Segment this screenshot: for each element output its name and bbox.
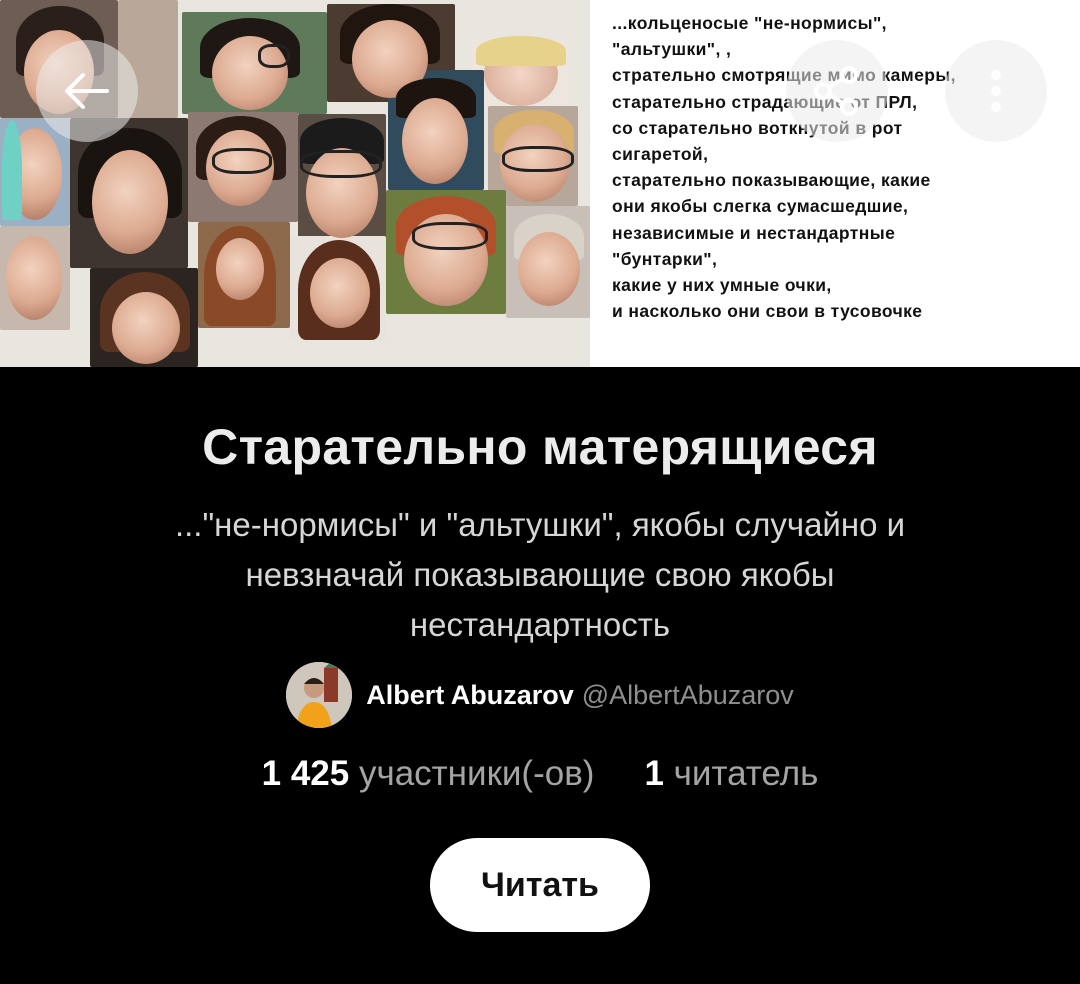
- caption-line: независимые и нестандартные: [612, 222, 896, 243]
- avatar-image: [286, 662, 353, 728]
- readers-count: 1: [644, 754, 664, 793]
- caption-line: они якобы слегка сумасшедшие,: [612, 196, 909, 217]
- caption-line: какие у них умные очки,: [612, 275, 832, 296]
- readers-stat[interactable]: 1 читатель: [644, 754, 818, 794]
- readers-label: читатель: [673, 754, 819, 793]
- caption-line: и насколько они свои в тусовочке: [612, 301, 923, 322]
- read-button[interactable]: Читать: [430, 838, 650, 932]
- arrow-left-icon: [65, 73, 109, 109]
- community-title: Старательно матерящиеся: [202, 419, 878, 475]
- share-button[interactable]: [786, 40, 888, 142]
- more-options-button[interactable]: [945, 40, 1047, 142]
- caption-line: "бунтарки",: [612, 248, 718, 269]
- caption-line: сигаретой,: [612, 144, 709, 165]
- more-vertical-icon: [991, 70, 1001, 112]
- author-handle: @AlbertAbuzarov: [581, 679, 794, 710]
- back-button[interactable]: [36, 40, 138, 142]
- author-row[interactable]: Albert Abuzarov @AlbertAbuzarov: [0, 662, 1080, 728]
- caption-line: ...кольценосые "не-нормисы",: [612, 13, 887, 33]
- members-stat[interactable]: 1 425 участники(-ов): [262, 754, 595, 794]
- community-description: ..."не-нормисы" и "альтушки", якобы случ…: [174, 506, 906, 643]
- author-name[interactable]: Albert Abuzarov: [366, 680, 574, 711]
- members-count: 1 425: [261, 754, 350, 793]
- community-banner: ...кольценосые "не-нормисы", "альтушки",…: [0, 0, 1080, 367]
- members-label: участники(-ов): [358, 754, 595, 793]
- community-stats: 1 425 участники(-ов) 1 читатель: [0, 754, 1080, 794]
- share-icon: [814, 66, 858, 116]
- caption-line: старательно показывающие, какие: [612, 170, 931, 191]
- author-avatar[interactable]: [286, 662, 353, 728]
